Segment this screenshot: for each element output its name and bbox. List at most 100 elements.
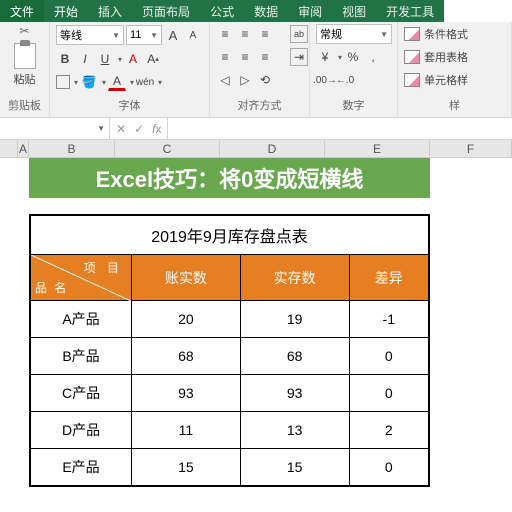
merge-button[interactable]: ⇥ <box>290 48 308 66</box>
cell[interactable]: 15 <box>132 449 241 487</box>
cell[interactable]: 20 <box>132 301 241 338</box>
col-header-b[interactable]: B <box>29 140 115 157</box>
font-name-select[interactable]: 等线▼ <box>56 25 124 45</box>
phonetic-button[interactable]: wén <box>136 73 154 91</box>
cell[interactable]: 15 <box>240 449 349 487</box>
cond-format-button[interactable]: 条件格式 <box>404 24 468 44</box>
comma-button[interactable]: , <box>364 48 382 66</box>
grow-font-button[interactable]: A <box>164 26 182 44</box>
dec-decimal-button[interactable]: ←.0 <box>336 71 354 89</box>
cell[interactable]: 68 <box>132 338 241 375</box>
number-format-select[interactable]: 常规▼ <box>316 24 392 44</box>
corner-bot-label: 品 名 <box>35 279 68 296</box>
currency-button[interactable]: ¥ <box>316 48 334 66</box>
shrink-font-button[interactable]: A <box>184 26 202 44</box>
col-header-a[interactable]: A <box>18 140 29 157</box>
align-top-button[interactable]: ≡ <box>216 25 234 43</box>
align-center-button[interactable]: ≡ <box>236 48 254 66</box>
ribbon: ✂ 粘贴 剪贴板 等线▼ 11▼ A A B I U ▾ A A▴ <box>0 22 512 118</box>
orientation-button[interactable]: ⟲ <box>256 71 274 89</box>
name-box[interactable]: ▼ <box>0 118 110 139</box>
font-color-red-button[interactable]: A <box>124 50 142 68</box>
font-grow-alt-button[interactable]: A▴ <box>144 50 162 68</box>
column-headers: A B C D E F <box>0 140 512 158</box>
cell[interactable]: 13 <box>240 412 349 449</box>
select-all-corner[interactable] <box>0 140 18 157</box>
header-actual: 实存数 <box>240 255 349 301</box>
align-left-button[interactable]: ≡ <box>216 48 234 66</box>
cell[interactable]: 68 <box>240 338 349 375</box>
cell[interactable]: B产品 <box>30 338 132 375</box>
tab-bar: 文件 开始 插入 页面布局 公式 数据 审阅 视图 开发工具 <box>0 0 512 22</box>
ribbon-align: ≡ ≡ ≡ ab ≡ ≡ ≡ ⇥ ◁ ▷ ⟲ 对齐方式 <box>210 22 310 117</box>
align-group-label: 对齐方式 <box>216 95 303 115</box>
formula-input[interactable] <box>168 118 512 139</box>
col-header-d[interactable]: D <box>220 140 325 157</box>
tab-home[interactable]: 开始 <box>44 0 88 22</box>
indent-inc-button[interactable]: ▷ <box>236 71 254 89</box>
cell[interactable]: 0 <box>349 449 429 487</box>
table-row: C产品93930 <box>30 375 429 412</box>
sheet-area: A B C D E F Excel技巧：将0变成短横线 2019年9月库存盘点表… <box>0 140 512 487</box>
fill-color-button[interactable]: 🪣 <box>80 73 98 91</box>
table-row: A产品2019-1 <box>30 301 429 338</box>
cell[interactable]: E产品 <box>30 449 132 487</box>
formula-bar: ▼ ✕ ✓ fx <box>0 118 512 140</box>
table-format-button[interactable]: 套用表格 <box>404 47 468 67</box>
fx-icon[interactable]: fx <box>152 122 161 136</box>
cell[interactable]: 93 <box>132 375 241 412</box>
cell[interactable]: D产品 <box>30 412 132 449</box>
paste-button[interactable]: 粘贴 <box>14 41 36 87</box>
cond-format-icon <box>404 27 420 41</box>
tab-review[interactable]: 审阅 <box>288 0 332 22</box>
ribbon-styles: 条件格式 套用表格 单元格样 样 <box>398 22 512 117</box>
percent-button[interactable]: % <box>344 48 362 66</box>
cell[interactable]: A产品 <box>30 301 132 338</box>
cell-style-button[interactable]: 单元格样 <box>404 70 468 90</box>
col-header-c[interactable]: C <box>115 140 220 157</box>
table-title: 2019年9月库存盘点表 <box>30 215 429 255</box>
cell[interactable]: 93 <box>240 375 349 412</box>
cut-icon[interactable]: ✂ <box>19 24 29 38</box>
font-group-label: 字体 <box>56 95 203 115</box>
align-mid-button[interactable]: ≡ <box>236 25 254 43</box>
ribbon-number: 常规▼ ¥ ▾ % , .00→ ←.0 数字 <box>310 22 398 117</box>
indent-dec-button[interactable]: ◁ <box>216 71 234 89</box>
bold-button[interactable]: B <box>56 50 74 68</box>
clipboard-group-label: 剪贴板 <box>6 95 43 115</box>
italic-button[interactable]: I <box>76 50 94 68</box>
tab-formulas[interactable]: 公式 <box>200 0 244 22</box>
tab-view[interactable]: 视图 <box>332 0 376 22</box>
col-header-f[interactable]: F <box>430 140 512 157</box>
cell[interactable]: 2 <box>349 412 429 449</box>
banner-title: Excel技巧：将0变成短横线 <box>29 158 430 198</box>
clipboard-icon <box>14 43 36 69</box>
cell[interactable]: 0 <box>349 338 429 375</box>
tab-data[interactable]: 数据 <box>244 0 288 22</box>
col-header-e[interactable]: E <box>325 140 430 157</box>
cell[interactable]: 0 <box>349 375 429 412</box>
inventory-table: 2019年9月库存盘点表 项 目 品 名 账实数 实存数 差异 A产品2019-… <box>29 214 430 487</box>
tab-dev[interactable]: 开发工具 <box>376 0 444 22</box>
underline-button[interactable]: U <box>96 50 114 68</box>
align-right-button[interactable]: ≡ <box>256 48 274 66</box>
cell[interactable]: C产品 <box>30 375 132 412</box>
header-book: 账实数 <box>132 255 241 301</box>
table-corner-cell: 项 目 品 名 <box>30 255 132 301</box>
cancel-icon[interactable]: ✕ <box>116 122 126 136</box>
styles-group-label: 样 <box>404 95 505 115</box>
tab-insert[interactable]: 插入 <box>88 0 132 22</box>
font-color-button[interactable]: A <box>108 73 126 91</box>
inc-decimal-button[interactable]: .00→ <box>316 71 334 89</box>
border-button[interactable] <box>56 75 70 89</box>
cell[interactable]: -1 <box>349 301 429 338</box>
cell[interactable]: 19 <box>240 301 349 338</box>
tab-file[interactable]: 文件 <box>0 0 44 22</box>
wrap-text-button[interactable]: ab <box>290 25 308 43</box>
align-bot-button[interactable]: ≡ <box>256 25 274 43</box>
tab-layout[interactable]: 页面布局 <box>132 0 200 22</box>
header-diff: 差异 <box>349 255 429 301</box>
cell[interactable]: 11 <box>132 412 241 449</box>
confirm-icon[interactable]: ✓ <box>134 122 144 136</box>
font-size-select[interactable]: 11▼ <box>126 25 162 45</box>
